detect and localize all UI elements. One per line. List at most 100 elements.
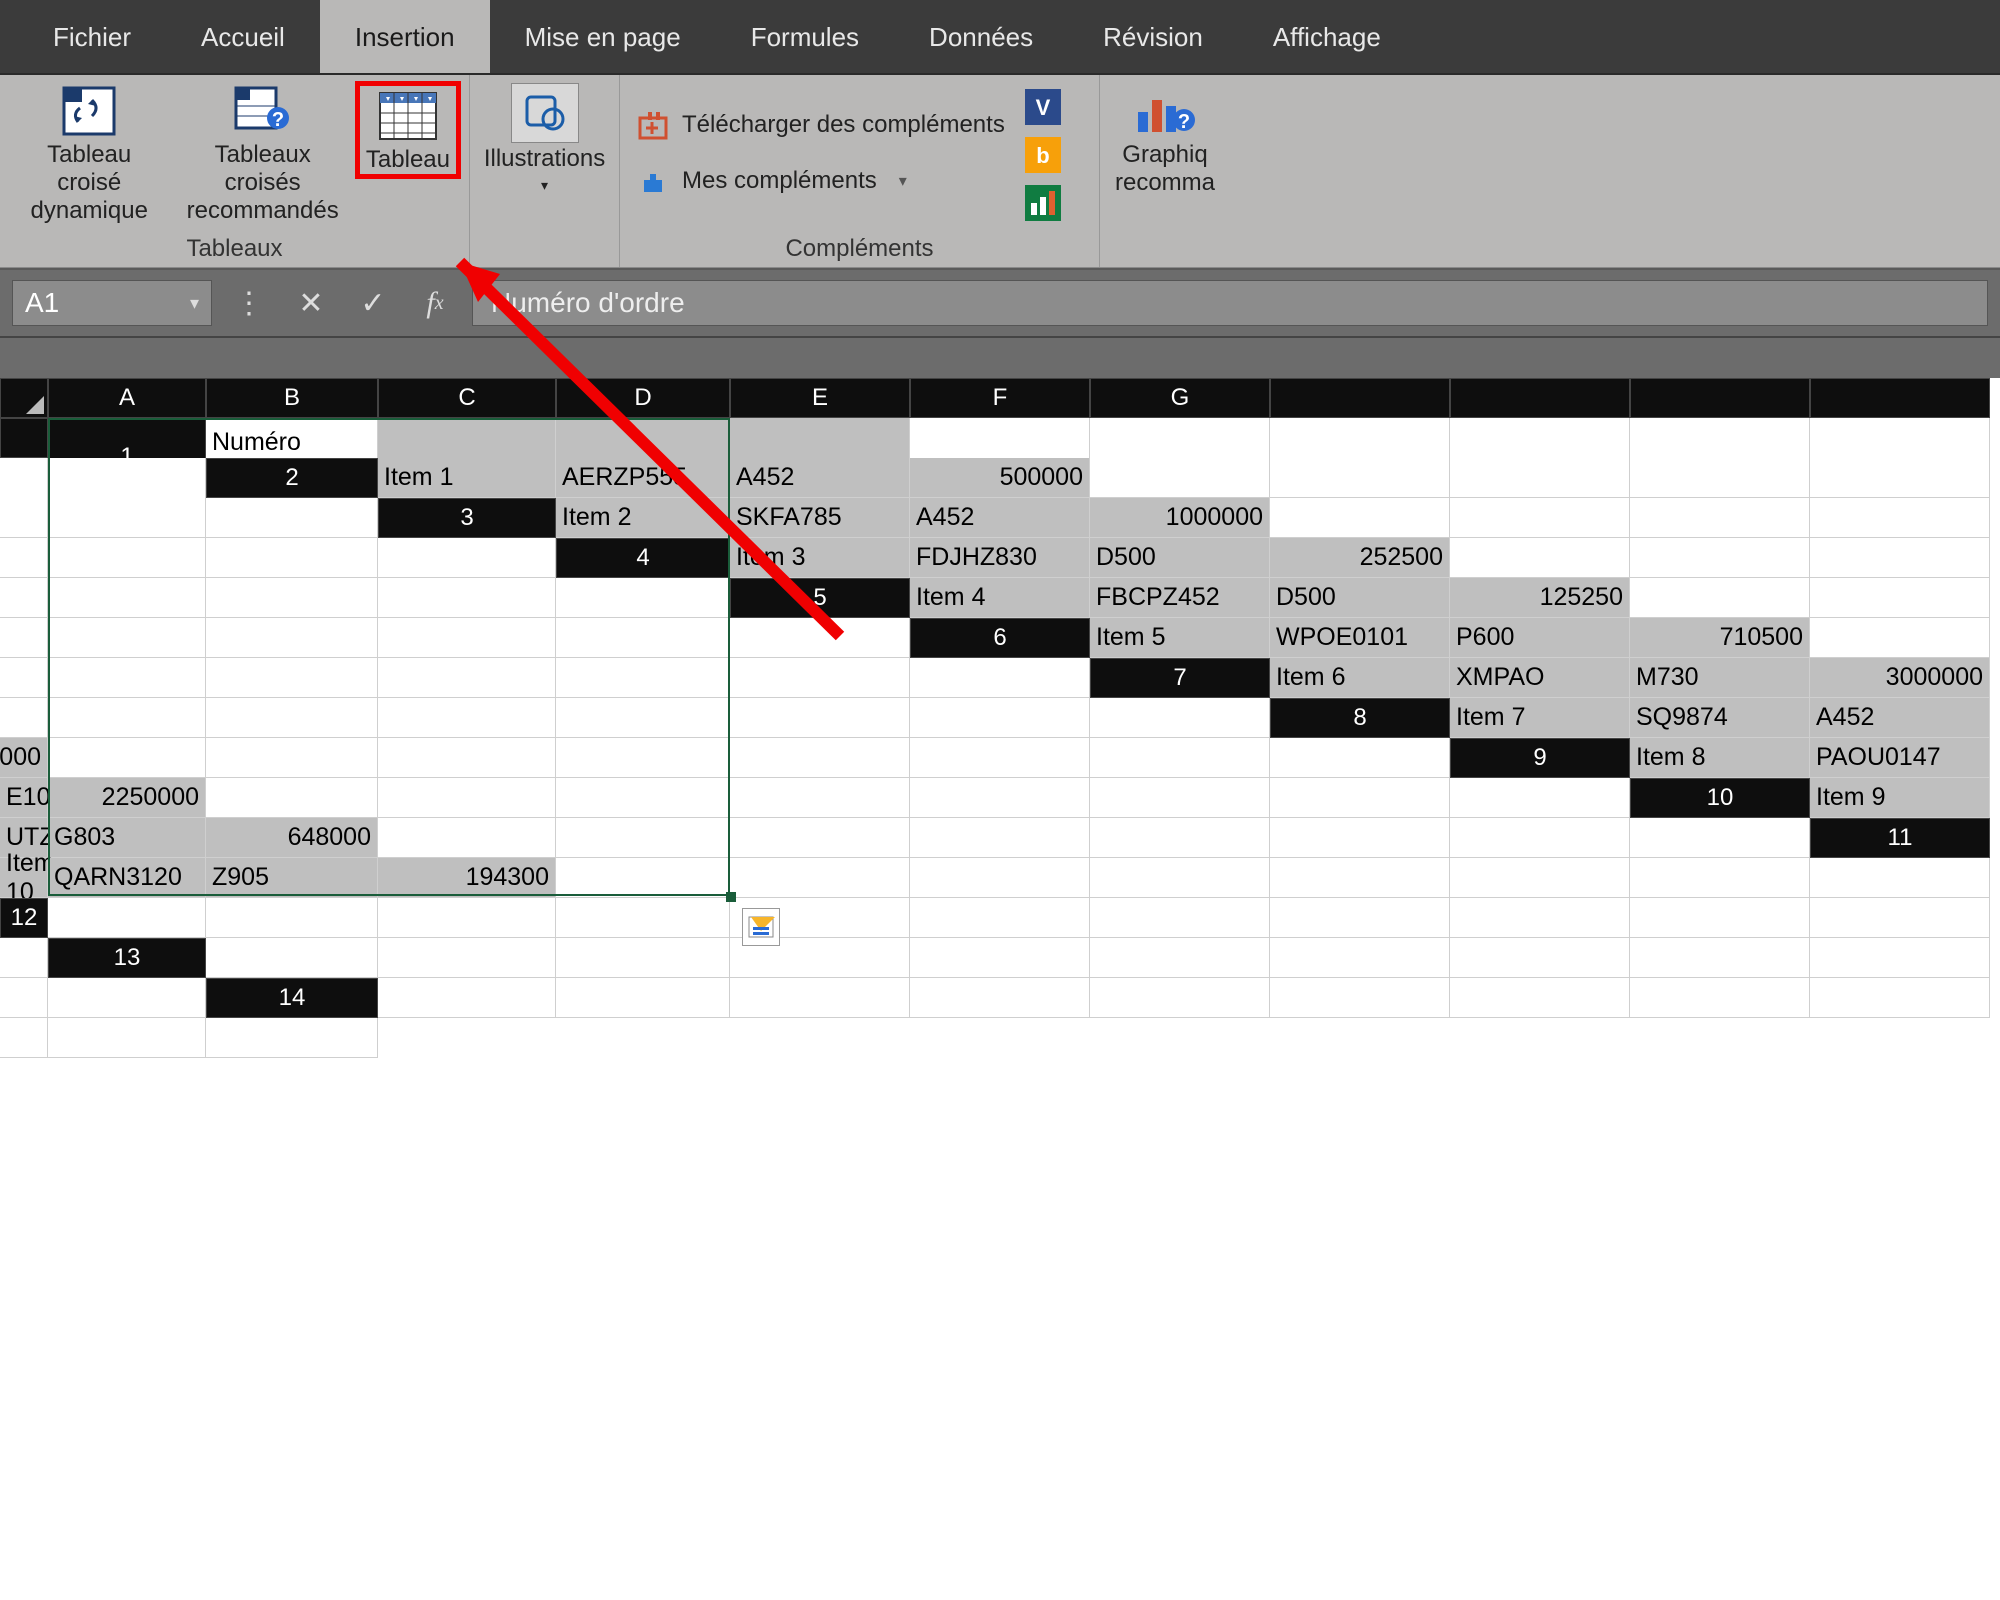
cell[interactable] — [378, 538, 556, 578]
row-header[interactable]: 3 — [378, 498, 556, 538]
cell[interactable] — [1090, 978, 1270, 1018]
tab-accueil[interactable]: Accueil — [166, 0, 320, 73]
cell[interactable]: A452 — [1810, 698, 1990, 738]
row-header[interactable]: 6 — [910, 618, 1090, 658]
cell[interactable] — [48, 498, 206, 538]
name-box[interactable]: A1 ▾ — [12, 280, 212, 326]
cell[interactable] — [730, 618, 910, 658]
cell[interactable]: FDJHZ830 — [910, 538, 1090, 578]
cell[interactable] — [1090, 778, 1270, 818]
cell[interactable]: D500 — [1270, 578, 1450, 618]
cancel-button[interactable]: ✕ — [286, 280, 336, 326]
cell[interactable] — [378, 898, 556, 938]
cell[interactable]: A452 — [910, 498, 1090, 538]
cell[interactable] — [556, 578, 730, 618]
cell[interactable] — [48, 538, 206, 578]
cell[interactable] — [1090, 738, 1270, 778]
cell[interactable] — [206, 898, 378, 938]
cell[interactable] — [206, 778, 378, 818]
cell[interactable] — [1630, 578, 1810, 618]
cell[interactable]: 1500000 — [0, 738, 48, 778]
tab-affichage[interactable]: Affichage — [1238, 0, 1416, 73]
cell[interactable] — [206, 738, 378, 778]
cell[interactable] — [378, 778, 556, 818]
people-graph-icon[interactable] — [1025, 185, 1061, 221]
cell[interactable]: Item 9 — [1810, 778, 1990, 818]
cell[interactable]: Item 6 — [1270, 658, 1450, 698]
cell[interactable] — [1630, 498, 1810, 538]
cell[interactable] — [378, 618, 556, 658]
cell[interactable] — [556, 978, 730, 1018]
cell[interactable] — [730, 698, 910, 738]
row-header[interactable]: 8 — [1270, 698, 1450, 738]
cell[interactable]: Z905 — [206, 858, 378, 898]
row-header[interactable]: 12 — [0, 898, 48, 938]
cell[interactable] — [0, 978, 48, 1018]
cell[interactable] — [1630, 858, 1810, 898]
cell[interactable] — [48, 978, 206, 1018]
column-header[interactable]: D — [556, 378, 730, 418]
cell[interactable] — [1810, 858, 1990, 898]
cell[interactable] — [206, 698, 378, 738]
cell[interactable] — [378, 698, 556, 738]
cell[interactable] — [1090, 938, 1270, 978]
cell[interactable] — [910, 938, 1090, 978]
row-header[interactable]: 11 — [1810, 818, 1990, 858]
cell[interactable]: 194300 — [378, 858, 556, 898]
row-header[interactable]: 13 — [48, 938, 206, 978]
cell[interactable]: 125250 — [1450, 578, 1630, 618]
cell[interactable] — [206, 498, 378, 538]
tab-donnees[interactable]: Données — [894, 0, 1068, 73]
column-header[interactable]: B — [206, 378, 378, 418]
cell[interactable]: 2250000 — [48, 778, 206, 818]
cell[interactable] — [1630, 538, 1810, 578]
formula-input[interactable]: Numéro d'ordre — [472, 280, 1988, 326]
cell[interactable]: WPOE0101 — [1270, 618, 1450, 658]
cell[interactable] — [48, 898, 206, 938]
cell[interactable]: 1000000 — [1090, 498, 1270, 538]
cell[interactable]: AERZP555 — [556, 458, 730, 498]
cell[interactable] — [378, 578, 556, 618]
cell[interactable] — [1450, 778, 1630, 818]
cell[interactable] — [206, 538, 378, 578]
cell[interactable]: 648000 — [206, 818, 378, 858]
column-header[interactable]: G — [1090, 378, 1270, 418]
column-header[interactable] — [1630, 378, 1810, 418]
cell[interactable]: FBCPZ452 — [1090, 578, 1270, 618]
cell[interactable] — [1270, 458, 1450, 498]
cell[interactable] — [1270, 778, 1450, 818]
cell[interactable]: Item 5 — [1090, 618, 1270, 658]
cell[interactable] — [910, 898, 1090, 938]
column-header[interactable]: E — [730, 378, 910, 418]
cell[interactable] — [1810, 578, 1990, 618]
cell[interactable] — [730, 978, 910, 1018]
cell[interactable]: E103 — [0, 778, 48, 818]
selection-handle[interactable] — [726, 892, 736, 902]
column-header[interactable] — [1270, 378, 1450, 418]
column-header[interactable]: F — [910, 378, 1090, 418]
row-header[interactable]: 10 — [1630, 778, 1810, 818]
download-addins-button[interactable]: Télécharger des compléments — [638, 110, 1005, 140]
enter-button[interactable]: ✓ — [348, 280, 398, 326]
cell[interactable] — [1090, 698, 1270, 738]
cell[interactable]: 500000 — [910, 458, 1090, 498]
cell[interactable] — [1630, 458, 1810, 498]
row-header[interactable]: 7 — [1090, 658, 1270, 698]
cell[interactable]: 710500 — [1630, 618, 1810, 658]
cell[interactable] — [1090, 858, 1270, 898]
cell[interactable] — [910, 978, 1090, 1018]
cell[interactable] — [556, 938, 730, 978]
column-header[interactable] — [0, 418, 48, 458]
cell[interactable] — [48, 618, 206, 658]
cell[interactable]: 252500 — [1270, 538, 1450, 578]
cell[interactable] — [1450, 938, 1630, 978]
cell[interactable] — [1270, 938, 1450, 978]
cell[interactable] — [556, 898, 730, 938]
cell[interactable] — [1090, 898, 1270, 938]
cell[interactable] — [206, 618, 378, 658]
visio-icon[interactable]: V — [1025, 89, 1061, 125]
recommended-charts-button[interactable]: ? Graphiq recomma — [1105, 83, 1225, 197]
cell[interactable] — [1270, 498, 1450, 538]
cell[interactable] — [378, 938, 556, 978]
cell[interactable] — [0, 498, 48, 538]
